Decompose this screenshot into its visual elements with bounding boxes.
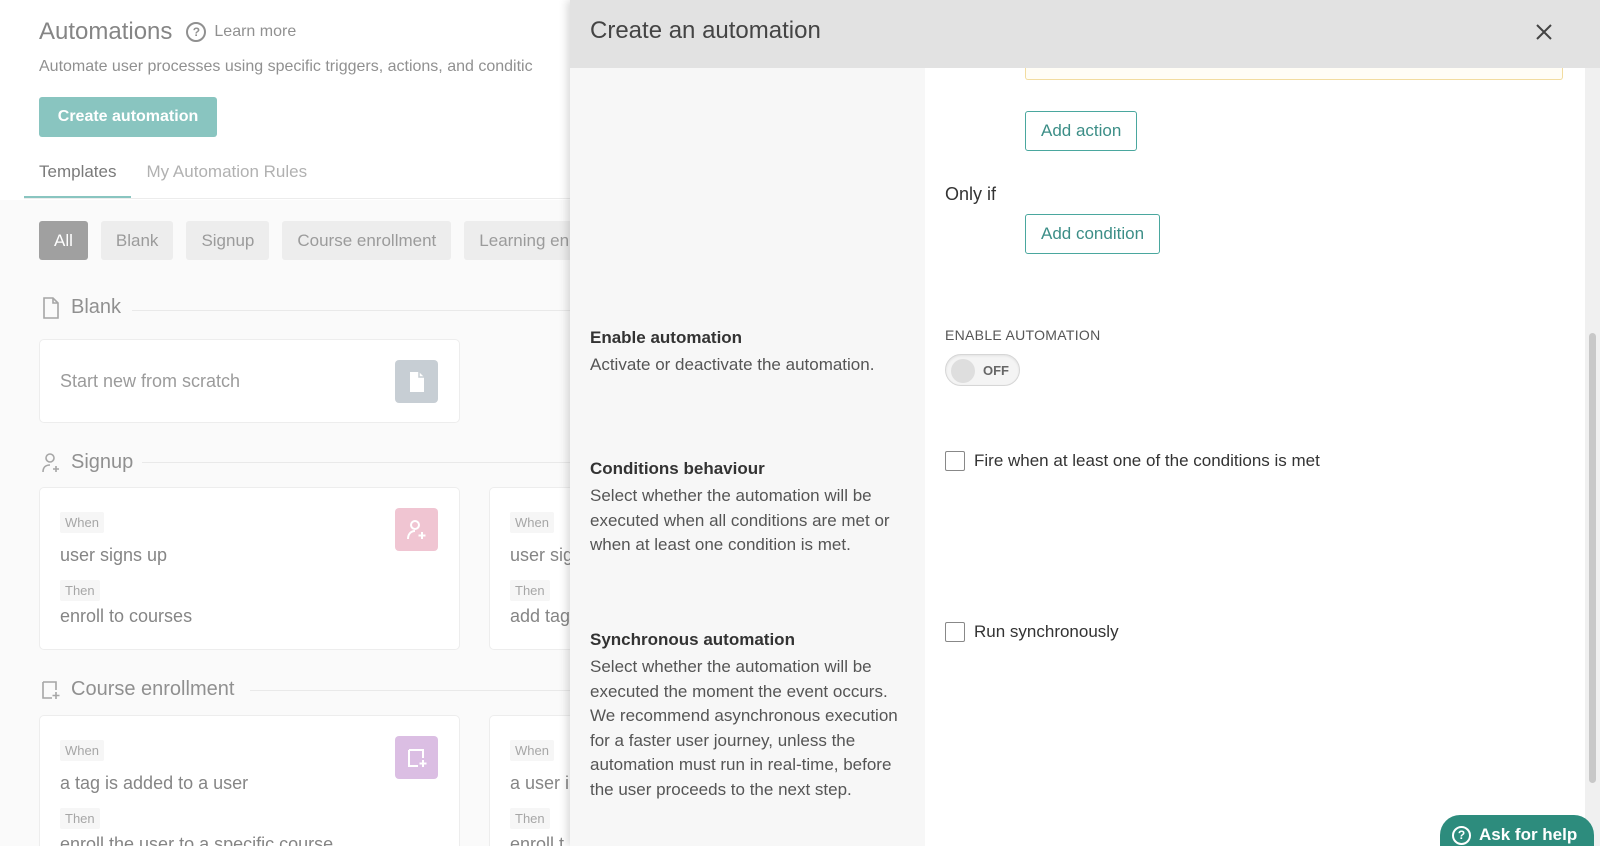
enable-automation-caption: ENABLE AUTOMATION bbox=[945, 327, 1101, 343]
enable-automation-desc: Activate or deactivate the automation. bbox=[590, 355, 875, 374]
create-automation-drawer: Add action Only if Add condition Enable … bbox=[570, 0, 1600, 846]
drawer-header: Create an automation bbox=[570, 0, 1600, 68]
toggle-knob bbox=[951, 359, 975, 383]
add-action-button[interactable]: Add action bbox=[1025, 111, 1138, 151]
fire-any-condition-checkbox[interactable] bbox=[945, 451, 965, 471]
drawer-scrollbar[interactable] bbox=[1585, 68, 1600, 846]
toggle-state: OFF bbox=[983, 363, 1009, 378]
question-icon: ? bbox=[1452, 825, 1471, 845]
run-synchronously-row[interactable]: Run synchronously bbox=[945, 622, 1119, 642]
synchronous-automation-label: Synchronous automation bbox=[590, 630, 795, 649]
only-if-label: Only if bbox=[945, 184, 997, 204]
fire-any-condition-row[interactable]: Fire when at least one of the conditions… bbox=[945, 451, 1320, 471]
drawer-title: Create an automation bbox=[590, 17, 821, 44]
ask-for-help-label: Ask for help bbox=[1479, 825, 1578, 844]
scrollbar-thumb[interactable] bbox=[1589, 333, 1596, 783]
conditions-behaviour-desc: Select whether the automation will be ex… bbox=[590, 486, 890, 554]
run-synchronously-label: Run synchronously bbox=[974, 622, 1119, 641]
close-button[interactable] bbox=[1528, 16, 1560, 48]
fire-any-condition-label: Fire when at least one of the conditions… bbox=[974, 451, 1320, 470]
enable-automation-toggle[interactable]: OFF bbox=[945, 354, 1020, 386]
conditions-behaviour-label: Conditions behaviour bbox=[590, 459, 765, 478]
ask-for-help-button[interactable]: ? Ask for help bbox=[1440, 815, 1594, 846]
add-condition-button[interactable]: Add condition bbox=[1025, 214, 1161, 254]
enable-automation-label: Enable automation bbox=[590, 328, 743, 347]
close-icon bbox=[1536, 24, 1552, 40]
background-dim bbox=[0, 0, 570, 846]
run-synchronously-checkbox[interactable] bbox=[945, 622, 965, 642]
synchronous-automation-desc: Select whether the automation will be ex… bbox=[590, 657, 898, 799]
